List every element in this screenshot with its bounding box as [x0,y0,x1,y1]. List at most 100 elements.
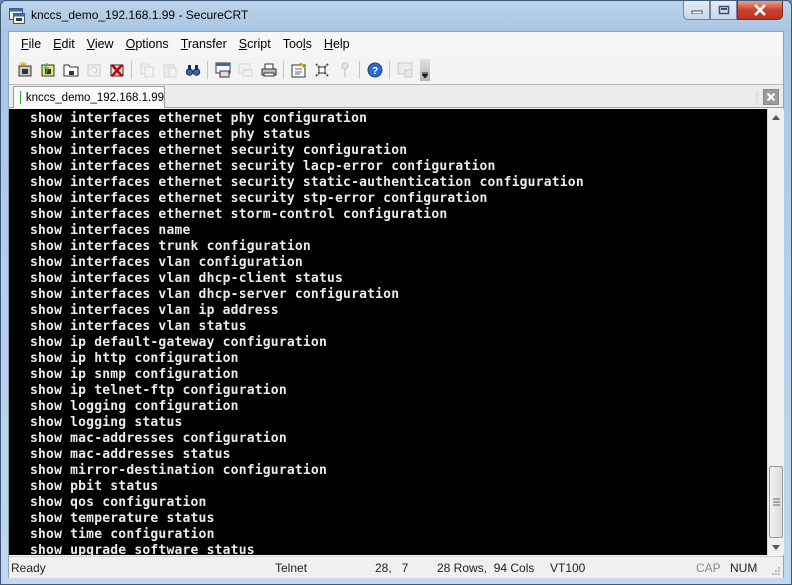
chevron-down-icon [422,72,428,78]
menu-help[interactable]: Help [318,37,356,51]
minimize-button[interactable] [683,1,710,20]
find-button[interactable] [181,59,204,81]
connect-in-tab-button[interactable] [59,59,82,81]
key-icon [341,62,348,77]
chevron-up-icon [772,114,780,120]
toolbar-separator [283,61,284,79]
terminal-line: show interfaces ethernet security lacp-e… [30,159,496,174]
menu-script[interactable]: Script [233,37,277,51]
terminal-line: show logging status [30,415,183,430]
grip-icon [772,498,780,506]
client-area: File Edit View Options Transfer Script Tools He… [8,31,784,578]
connect-tab-icon [63,64,78,77]
status-bar: Ready Telnet 28, 7 28 Rows, 94 Cols VT10… [9,556,783,578]
print-selection-icon [238,63,252,77]
terminal-line: show ip snmp configuration [30,367,239,382]
terminal-line: show interfaces ethernet security config… [30,143,408,158]
toolbar-separator [359,61,360,79]
connect-icon [18,62,31,77]
print-icon [261,63,276,77]
copy-button[interactable] [135,59,158,81]
scroll-down-button[interactable] [768,539,784,555]
terminal-line: show interfaces ethernet storm-control c… [30,207,448,222]
close-button[interactable] [737,1,783,20]
help-button[interactable]: ? [363,59,386,81]
status-terminal-size: 28 Rows, 94 Cols [437,561,535,575]
session-tab-bar: knccs_demo_192.168.1.99 [9,84,783,108]
menu-file[interactable]: File [15,37,47,51]
minimize-icon [691,10,702,14]
terminal-line: show mac-addresses status [30,447,231,462]
status-protocol: Telnet [275,561,308,575]
status-caps-lock: CAP [696,561,721,575]
maximize-button[interactable] [710,1,737,20]
session-options-button[interactable] [287,59,310,81]
sftp-button[interactable] [393,59,416,81]
terminal-line: show interfaces ethernet security static… [30,175,584,190]
global-options-icon [314,63,329,77]
terminal-line: show ip telnet-ftp configuration [30,383,287,398]
terminal-line: show interfaces vlan dhcp-server configu… [30,287,400,302]
scroll-up-button[interactable] [768,109,784,125]
reconnect-icon [87,64,100,77]
print-button[interactable] [257,59,280,81]
terminal-line: show interfaces ethernet phy status [30,127,311,142]
connection-status-indicator [20,91,21,104]
terminal-line: show logging configuration [30,399,239,414]
menu-transfer[interactable]: Transfer [175,37,233,51]
global-options-button[interactable] [310,59,333,81]
print-screen-button[interactable] [211,59,234,81]
print-screen-icon [215,62,230,78]
close-tab-icon [766,92,776,102]
resize-grip-icon[interactable] [771,566,781,576]
terminal-line: show temperature status [30,511,215,526]
terminal-line: show mac-addresses configuration [30,431,287,446]
copy-icon [140,63,153,78]
caption-buttons [683,1,783,21]
svg-text:?: ? [371,66,377,77]
help-icon: ? [367,62,382,78]
toolbar-separator [207,61,208,79]
status-num-lock: NUM [730,561,758,575]
terminal-line: show interfaces vlan configuration [30,255,303,270]
terminal-line: show mirror-destination configuration [30,463,327,478]
title-bar[interactable]: knccs_demo_192.168.1.99 - SecureCRT [1,1,791,31]
toolbar-separator [389,61,390,79]
tab-scroll-grip [755,91,759,105]
scroll-thumb[interactable] [769,466,783,538]
securecrt-app-icon[interactable] [9,8,25,24]
status-state: Ready [11,561,46,575]
menu-bar: File Edit View Options Transfer Script Tools He… [9,32,783,56]
toolbar: ? [9,57,783,83]
terminal-vertical-scrollbar[interactable] [767,109,784,555]
terminal-line: show pbit status [30,479,159,494]
menu-options[interactable]: Options [120,37,175,51]
paste-button[interactable] [158,59,181,81]
terminal-line: show time configuration [30,527,215,542]
reconnect-button[interactable] [82,59,105,81]
terminal-line: show interfaces ethernet security stp-er… [30,191,488,206]
keymap-button[interactable] [333,59,356,81]
quick-connect-button[interactable] [36,59,59,81]
status-emulation: VT100 [550,561,586,575]
menu-tools[interactable]: Tools [277,37,318,51]
terminal-line: show interfaces vlan dhcp-client status [30,271,344,286]
menu-edit[interactable]: Edit [47,37,81,51]
window-title: knccs_demo_192.168.1.99 - SecureCRT [31,8,249,22]
close-tab-button[interactable] [763,89,779,105]
session-tab-label: knccs_demo_192.168.1.99 [25,91,164,104]
terminal-line: show interfaces vlan ip address [30,303,279,318]
terminal-output[interactable]: show interfaces ethernet phy configurati… [9,109,767,555]
terminal-line: show ip http configuration [30,351,239,366]
chevron-down-icon [772,544,780,550]
connect-button[interactable] [13,59,36,81]
session-tab[interactable]: knccs_demo_192.168.1.99 [13,86,165,108]
print-selection-button[interactable] [234,59,257,81]
terminal-line: show qos configuration [30,495,207,510]
disconnect-button[interactable] [105,59,128,81]
menu-view[interactable]: View [81,37,120,51]
toolbar-overflow-button[interactable] [420,59,430,81]
terminal-line: show interfaces ethernet phy configurati… [30,111,368,126]
session-options-icon [291,62,306,78]
disconnect-icon [110,64,123,77]
